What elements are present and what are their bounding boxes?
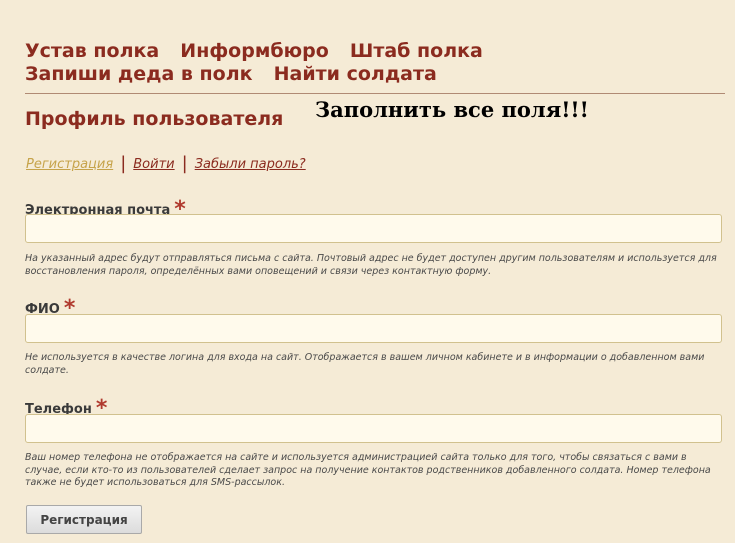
nav-item-regiment-hq[interactable]: Штаб полка [350, 40, 483, 62]
tab-login[interactable]: Войти [133, 157, 174, 172]
nav-item-register-grandfather[interactable]: Запиши деда в полк [25, 63, 253, 85]
tab-separator: | [181, 153, 188, 174]
nav-item-find-soldier[interactable]: Найти солдата [274, 63, 437, 85]
phone-description: Ваш номер телефона не отображается на са… [25, 452, 711, 488]
nav-divider [25, 93, 725, 94]
fio-input[interactable] [25, 314, 722, 343]
email-input[interactable] [25, 214, 722, 243]
auth-tabs: Регистрация | Войти | Забыли пароль? [26, 152, 306, 174]
nav-item-regiment-charter[interactable]: Устав полка [25, 40, 159, 62]
fio-description: Не используется в качестве логина для вх… [25, 352, 705, 376]
tab-separator: | [120, 153, 127, 174]
tab-forgot-password[interactable]: Забыли пароль? [195, 157, 306, 172]
fill-all-fields-notice: Заполнить все поля!!! [315, 97, 589, 122]
nav-item-inform-bureau[interactable]: Информбюро [180, 40, 328, 62]
phone-input[interactable] [25, 414, 722, 443]
register-submit-button[interactable]: Регистрация [26, 505, 142, 534]
tab-register[interactable]: Регистрация [26, 157, 113, 172]
main-nav: Устав полка Информбюро Штаб полка Запиши… [25, 40, 725, 86]
email-description: На указанный адрес будут отправляться пи… [25, 253, 717, 277]
page-title: Профиль пользователя [25, 108, 284, 130]
